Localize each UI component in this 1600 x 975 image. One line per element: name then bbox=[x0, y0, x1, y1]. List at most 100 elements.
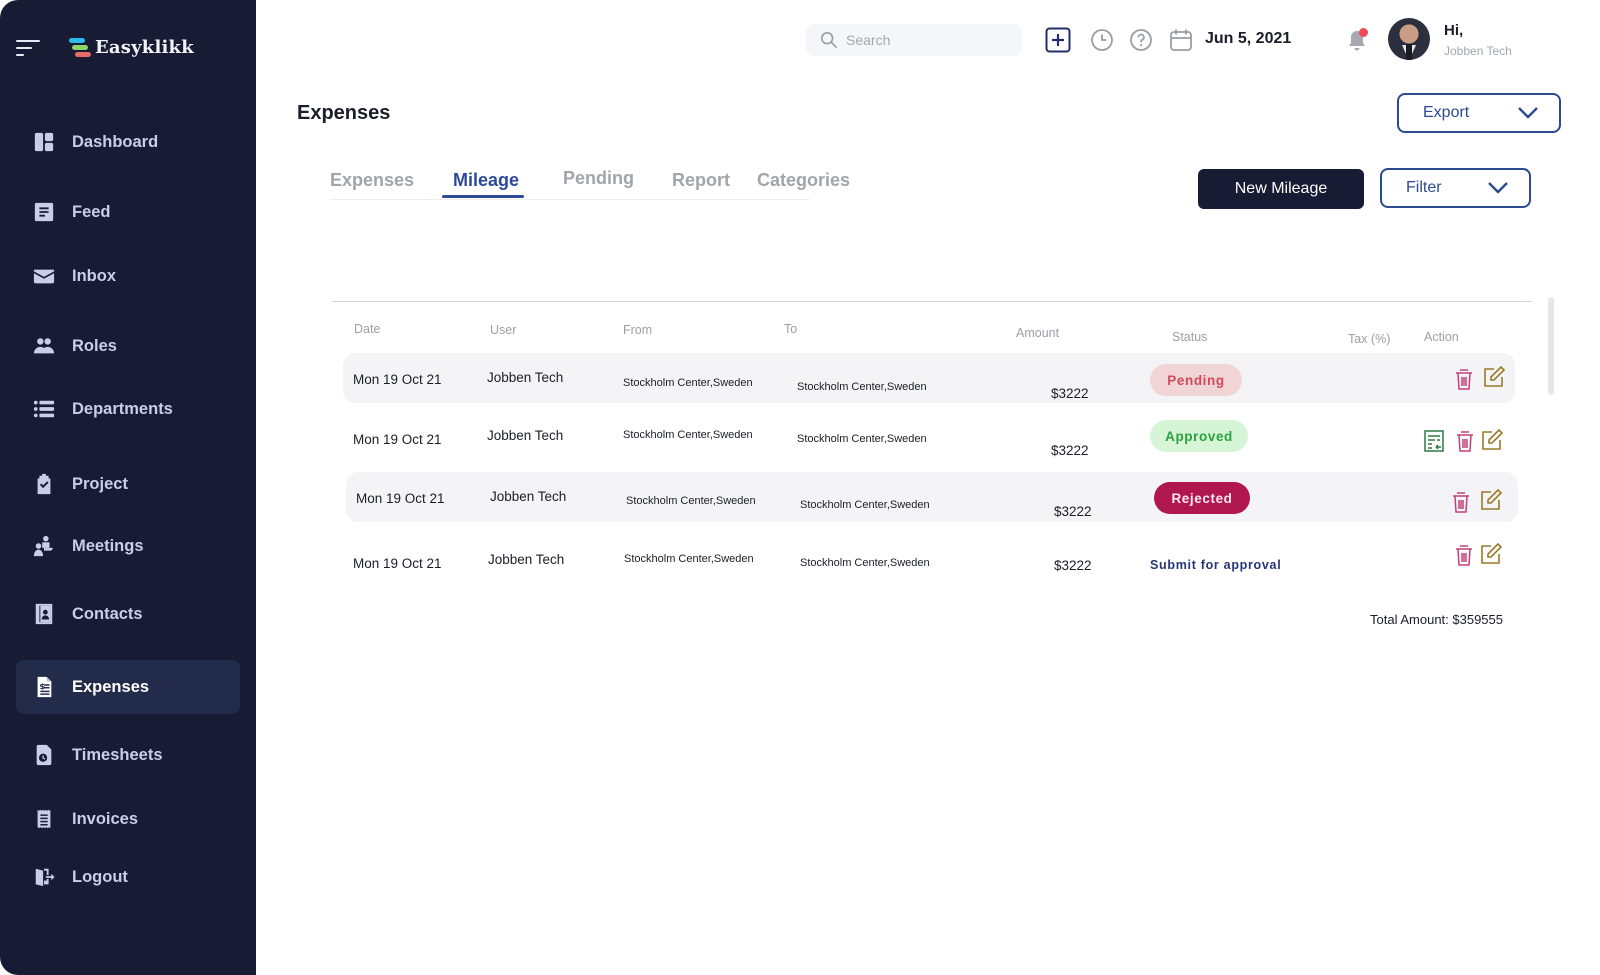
avatar[interactable] bbox=[1388, 18, 1430, 60]
menu-toggle-icon[interactable] bbox=[14, 38, 42, 60]
cell-to: Stockholm Center,Sweden bbox=[797, 433, 927, 445]
sidebar-item-expenses[interactable]: $ Expenses bbox=[16, 660, 240, 714]
cell-date: Mon 19 Oct 21 bbox=[356, 491, 445, 506]
sidebar-item-meetings[interactable]: Meetings bbox=[16, 519, 240, 573]
svg-text:$: $ bbox=[39, 681, 45, 691]
tab-mileage[interactable]: Mileage bbox=[453, 170, 519, 191]
tab-categories[interactable]: Categories bbox=[757, 170, 850, 191]
edit-icon bbox=[1481, 542, 1503, 564]
sidebar-item-label: Roles bbox=[72, 336, 117, 355]
delete-button[interactable] bbox=[1453, 543, 1475, 567]
status-badge: Rejected bbox=[1154, 482, 1250, 514]
greeting: Hi, bbox=[1444, 22, 1464, 39]
project-icon bbox=[32, 472, 56, 496]
calendar-button[interactable] bbox=[1168, 27, 1194, 53]
help-button[interactable] bbox=[1128, 27, 1154, 53]
timesheets-icon bbox=[32, 743, 56, 767]
cell-user: Jobben Tech bbox=[490, 489, 567, 504]
tab-expenses[interactable]: Expenses bbox=[330, 170, 414, 191]
chevron-down-icon bbox=[1518, 107, 1538, 119]
status-badge: Approved bbox=[1150, 420, 1248, 452]
sidebar-item-roles[interactable]: Roles bbox=[16, 319, 240, 373]
cell-user: Jobben Tech bbox=[487, 370, 564, 385]
trash-icon bbox=[1456, 545, 1472, 566]
sidebar-item-contacts[interactable]: Contacts bbox=[16, 587, 240, 641]
sidebar-item-inbox[interactable]: Inbox bbox=[16, 249, 240, 303]
add-button[interactable] bbox=[1045, 27, 1071, 53]
submit-for-approval-link[interactable]: Submit for approval bbox=[1150, 558, 1281, 572]
sidebar-item-logout[interactable]: Logout bbox=[16, 850, 240, 904]
delete-button[interactable] bbox=[1450, 490, 1472, 514]
sidebar-item-label: Dashboard bbox=[72, 132, 159, 151]
sidebar-item-label: Feed bbox=[72, 202, 111, 221]
column-header-to: To bbox=[784, 322, 798, 336]
cell-from: Stockholm Center,Sweden bbox=[623, 377, 753, 389]
invoices-icon bbox=[32, 807, 56, 831]
sidebar-item-label: Invoices bbox=[72, 809, 139, 828]
filter-label: Filter bbox=[1406, 179, 1442, 196]
notification-dot bbox=[1359, 28, 1368, 37]
search-box[interactable] bbox=[806, 24, 1022, 56]
app-logo[interactable]: Easyklikk bbox=[69, 36, 194, 58]
sidebar-item-timesheets[interactable]: Timesheets bbox=[16, 728, 240, 782]
sidebar-item-label: Timesheets bbox=[72, 745, 163, 764]
vertical-scrollbar[interactable] bbox=[1548, 297, 1554, 395]
sidebar-item-label: Contacts bbox=[72, 604, 143, 623]
status-badge: Pending bbox=[1150, 364, 1242, 396]
edit-icon bbox=[1482, 428, 1504, 450]
sidebar-item-label: Departments bbox=[72, 399, 173, 418]
tab-report[interactable]: Report bbox=[672, 170, 730, 191]
cell-amount: $3222 bbox=[1051, 443, 1089, 458]
new-mileage-button[interactable]: New Mileage bbox=[1198, 169, 1364, 209]
sidebar-item-project[interactable]: Project bbox=[16, 457, 240, 511]
cell-date: Mon 19 Oct 21 bbox=[353, 432, 442, 447]
sidebar-item-label: Logout bbox=[72, 867, 128, 886]
edit-button[interactable] bbox=[1479, 542, 1503, 566]
total-amount: Total Amount: $359555 bbox=[1370, 612, 1503, 627]
cell-user: Jobben Tech bbox=[487, 428, 564, 443]
sidebar-item-label: Meetings bbox=[72, 536, 144, 555]
logout-icon bbox=[32, 865, 56, 889]
help-icon bbox=[1130, 29, 1152, 51]
search-input[interactable] bbox=[846, 32, 1006, 48]
expenses-icon: $ bbox=[32, 675, 56, 699]
edit-button[interactable] bbox=[1482, 365, 1506, 389]
roles-icon bbox=[32, 334, 56, 358]
user-name: Jobben Tech bbox=[1444, 44, 1512, 58]
delete-button[interactable] bbox=[1454, 429, 1476, 453]
sidebar-item-invoices[interactable]: Invoices bbox=[16, 792, 240, 846]
tab-pending[interactable]: Pending bbox=[563, 168, 634, 189]
edit-button[interactable] bbox=[1479, 488, 1503, 512]
export-label: Export bbox=[1423, 104, 1470, 121]
sidebar-item-departments[interactable]: Departments bbox=[16, 382, 240, 436]
trash-icon bbox=[1457, 431, 1473, 452]
cell-amount: $3222 bbox=[1051, 386, 1089, 401]
trash-icon bbox=[1453, 492, 1469, 513]
cell-to: Stockholm Center,Sweden bbox=[797, 381, 927, 393]
sidebar-item-label: Expenses bbox=[72, 677, 150, 696]
plus-square-icon bbox=[1045, 27, 1071, 53]
chevron-down-icon bbox=[1488, 182, 1508, 194]
cell-from: Stockholm Center,Sweden bbox=[624, 553, 754, 565]
sidebar-item-feed[interactable]: Feed bbox=[16, 185, 240, 239]
column-header-tax: Tax (%) bbox=[1348, 332, 1391, 346]
column-header-user: User bbox=[490, 323, 517, 337]
active-tab-indicator bbox=[442, 195, 524, 198]
export-button[interactable]: Export bbox=[1397, 93, 1561, 133]
app-name: Easyklikk bbox=[95, 36, 194, 58]
report-button[interactable] bbox=[1423, 429, 1445, 453]
cell-date: Mon 19 Oct 21 bbox=[353, 556, 442, 571]
dashboard-icon bbox=[32, 130, 56, 154]
notifications-button[interactable] bbox=[1345, 28, 1369, 54]
cell-amount: $3222 bbox=[1054, 558, 1092, 573]
delete-button[interactable] bbox=[1453, 367, 1475, 391]
sidebar-item-dashboard[interactable]: Dashboard bbox=[16, 115, 240, 169]
history-button[interactable] bbox=[1089, 27, 1115, 53]
cell-date: Mon 19 Oct 21 bbox=[353, 372, 442, 387]
cell-amount: $3222 bbox=[1054, 504, 1092, 519]
edit-button[interactable] bbox=[1480, 428, 1504, 452]
filter-button[interactable]: Filter bbox=[1380, 168, 1531, 208]
column-header-status: Status bbox=[1172, 330, 1208, 344]
cell-to: Stockholm Center,Sweden bbox=[800, 499, 930, 511]
calendar-icon bbox=[1170, 29, 1192, 51]
